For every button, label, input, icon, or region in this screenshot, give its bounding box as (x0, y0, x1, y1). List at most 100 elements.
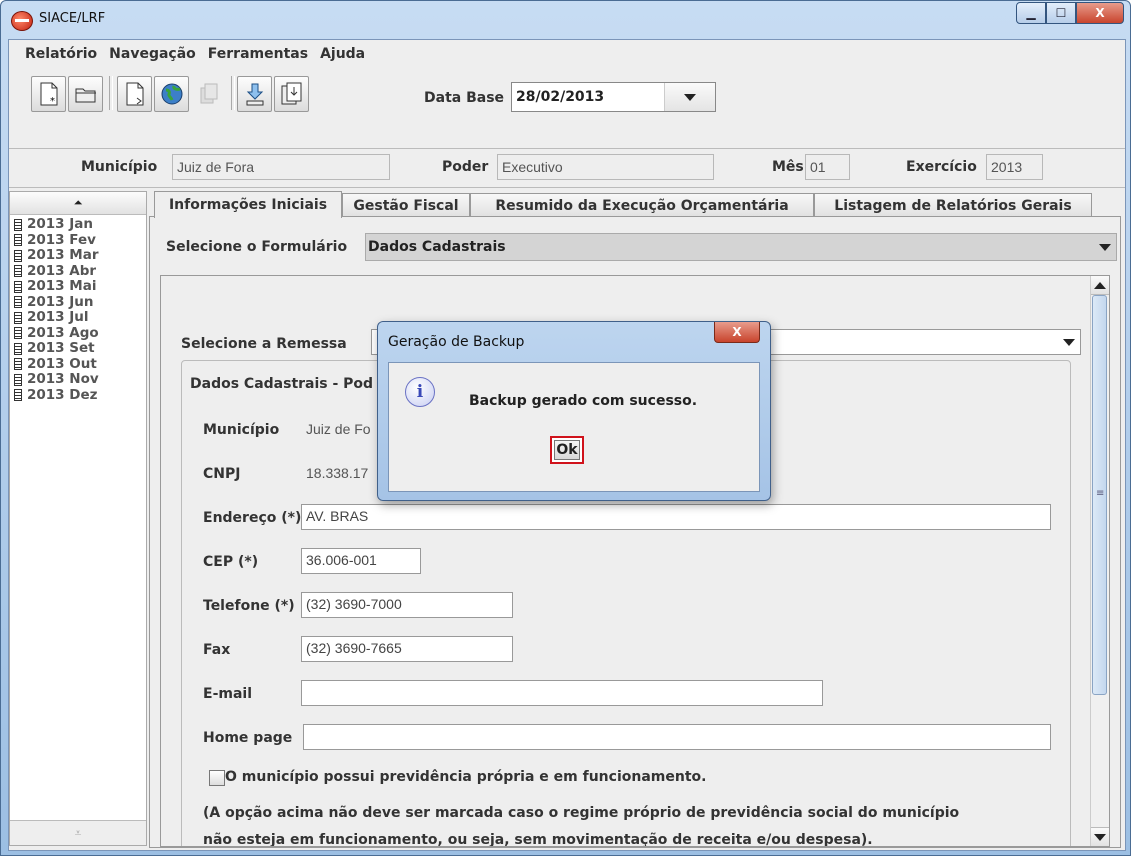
remessa-label: Selecione a Remessa (181, 336, 347, 352)
list-item[interactable]: 2013 Jan (14, 217, 146, 233)
cep-field[interactable]: 36.006-001 (301, 548, 421, 574)
previdencia-checkbox[interactable] (209, 770, 225, 786)
backup-dialog: Geração de Backup X i Backup gerado com … (377, 321, 771, 501)
endereco-field[interactable]: AV. BRAS (301, 504, 1051, 530)
list-item[interactable]: 2013 Set (14, 341, 146, 357)
month-label: 2013 Mar (27, 247, 99, 264)
previdencia-note-line1: (A opção acima não deve ser marcada caso… (203, 805, 960, 821)
minimize-button[interactable]: ▁ (1016, 2, 1046, 24)
email-field[interactable] (301, 680, 823, 706)
fax-label: Fax (203, 642, 231, 658)
data-base-select[interactable]: 28/02/2013 (511, 82, 716, 112)
month-label: 2013 Set (27, 340, 95, 357)
form-selector-value: Dados Cadastrais (368, 239, 506, 255)
svg-text:*: * (50, 96, 55, 106)
month-label: 2013 Fev (27, 231, 96, 248)
collapse-down-button[interactable]: ⩡ (10, 820, 146, 845)
menu-ferramentas[interactable]: Ferramentas (202, 46, 314, 62)
backup-button[interactable] (274, 76, 309, 112)
arrow-up-icon: ⏶ (73, 196, 83, 209)
menu-navegacao[interactable]: Navegação (103, 46, 202, 62)
telefone-field[interactable]: (32) 3690-7000 (301, 592, 513, 618)
tab-listagem-relatorios[interactable]: Listagem de Relatórios Gerais (814, 193, 1092, 217)
scroll-thumb[interactable] (1092, 295, 1107, 695)
toolbar-separator (109, 76, 113, 110)
list-item[interactable]: 2013 Fev (14, 231, 146, 249)
exercicio-readonly-field: 2013 (986, 154, 1043, 180)
mes-label: Mês (772, 159, 804, 175)
menu-bar: Relatório Navegação Ferramentas Ajuda (9, 40, 1125, 68)
cep-label: CEP (*) (203, 554, 259, 570)
title-bar[interactable]: SIACE/LRF ▁ ☐ X (1, 1, 1130, 39)
copy-icon (200, 83, 217, 104)
open-folder-button[interactable] (68, 76, 103, 112)
previdencia-checkbox-label[interactable]: O município possui previdência própria e… (225, 769, 706, 785)
data-base-label: Data Base (424, 90, 505, 106)
toolbar: * Data Base 28/02/2013 (9, 68, 1125, 116)
tab-gestao-fiscal[interactable]: Gestão Fiscal (342, 193, 470, 217)
web-globe-button[interactable] (154, 76, 189, 112)
menu-relatorio[interactable]: Relatório (9, 46, 103, 62)
month-label: 2013 Mai (27, 278, 97, 295)
close-button[interactable]: X (1076, 2, 1124, 24)
new-file-button[interactable]: * (31, 76, 66, 112)
close-icon: X (1095, 6, 1105, 20)
dialog-message: Backup gerado com sucesso. (469, 393, 698, 409)
month-label: 2013 Jul (27, 309, 89, 326)
document-icon (14, 389, 22, 402)
tab-informacoes-iniciais[interactable]: Informações Iniciais (154, 191, 342, 218)
list-item[interactable]: 2013 Dez (14, 386, 146, 404)
download-button[interactable] (237, 76, 272, 112)
month-label: 2013 Jan (27, 216, 94, 233)
municipio-field-label: Município (203, 422, 280, 438)
scroll-down-button[interactable] (1091, 827, 1109, 846)
group-title: Dados Cadastrais - Pod (187, 376, 377, 392)
document-icon (14, 358, 22, 371)
homepage-field[interactable] (303, 724, 1051, 750)
document-icon (14, 327, 22, 340)
tab-resumido-execucao[interactable]: Resumido da Execução Orçamentária (470, 193, 814, 217)
document-icon (14, 265, 22, 278)
document-icon (14, 296, 22, 309)
list-item[interactable]: 2013 Ago (14, 325, 146, 342)
month-label: 2013 Nov (27, 371, 99, 388)
menu-ajuda[interactable]: Ajuda (314, 46, 371, 62)
maximize-button[interactable]: ☐ (1046, 2, 1076, 24)
exercicio-label: Exercício (906, 159, 977, 175)
poder-readonly-field: Executivo (497, 154, 714, 180)
list-item[interactable]: 2013 Mar (14, 248, 146, 264)
chevron-down-icon[interactable] (664, 83, 715, 111)
copy-button[interactable] (191, 76, 226, 112)
ok-button[interactable]: Ok (554, 440, 580, 460)
list-item[interactable]: 2013 Out (14, 355, 146, 373)
scroll-up-button[interactable] (1091, 276, 1109, 295)
list-item[interactable]: 2013 Mai (14, 279, 146, 295)
month-label: 2013 Abr (27, 262, 97, 279)
list-item[interactable]: 2013 Jun (14, 294, 146, 311)
telefone-label: Telefone (*) (203, 598, 295, 614)
list-item[interactable]: 2013 Jul (14, 310, 146, 326)
chevron-down-icon[interactable] (1058, 330, 1080, 354)
document-icon (14, 218, 22, 231)
list-item[interactable]: 2013 Nov (14, 372, 146, 388)
month-list-panel: ⏶ 2013 Jan 2013 Fev 2013 Mar 2013 Abr 20… (9, 191, 147, 846)
data-base-value: 28/02/2013 (516, 89, 605, 105)
collapse-up-button[interactable]: ⏶ (10, 192, 146, 215)
homepage-label: Home page (203, 730, 293, 746)
window-title: SIACE/LRF (39, 11, 106, 26)
chevron-down-icon[interactable] (1094, 234, 1116, 260)
month-label: 2013 Out (27, 355, 97, 372)
month-label: 2013 Dez (27, 386, 98, 403)
export-file-button[interactable] (117, 76, 152, 112)
document-icon (14, 373, 22, 386)
dialog-close-button[interactable]: X (714, 322, 760, 343)
form-selector[interactable]: Dados Cadastrais (365, 233, 1117, 261)
fax-field[interactable]: (32) 3690-7665 (301, 636, 513, 662)
vertical-scrollbar[interactable] (1090, 276, 1109, 846)
document-icon (14, 280, 22, 293)
ok-button-highlight[interactable]: Ok (550, 436, 584, 464)
previdencia-note-line2: não esteja em funcionamento, ou seja, se… (203, 832, 873, 847)
document-icon (14, 234, 22, 247)
backup-icon (281, 82, 301, 105)
list-item[interactable]: 2013 Abr (14, 262, 146, 280)
